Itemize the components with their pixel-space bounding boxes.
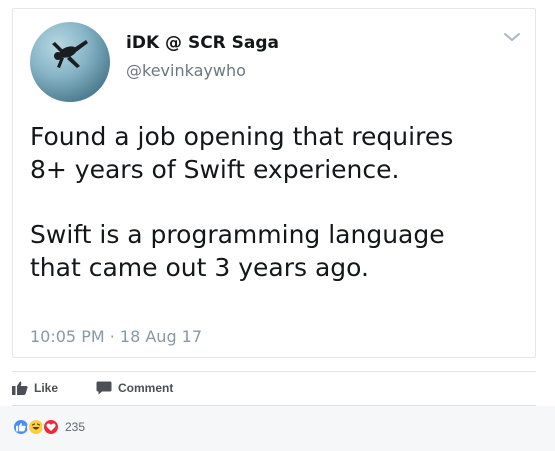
tweet-text-line: Swift is a programming language — [30, 220, 445, 249]
comment-button[interactable]: Comment — [96, 377, 173, 399]
thumbs-up-icon — [12, 381, 28, 395]
like-label: Like — [34, 381, 59, 395]
display-name[interactable]: iDK @ SCR Saga — [126, 33, 279, 53]
chevron-down-icon[interactable] — [503, 31, 521, 43]
tweet-text-line: 8+ years of Swift experience. — [30, 155, 400, 184]
comment-label: Comment — [118, 381, 174, 395]
skydiver-image — [52, 40, 88, 68]
tweet-text: Found a job opening that requires 8+ yea… — [30, 120, 530, 284]
love-reaction-icon — [42, 418, 60, 436]
user-handle[interactable]: @kevinkaywho — [126, 61, 246, 80]
divider — [12, 371, 536, 372]
like-button[interactable]: Like — [12, 377, 58, 399]
tweet-text-line: that came out 3 years ago. — [30, 253, 369, 282]
reactions-bar: 235 — [0, 406, 555, 451]
reaction-count[interactable]: 235 — [65, 420, 85, 434]
tweet-timestamp[interactable]: 10:05 PM · 18 Aug 17 — [30, 327, 202, 346]
reactions-summary[interactable]: 235 — [12, 418, 85, 436]
comment-icon — [96, 381, 112, 395]
tweet-text-line: Found a job opening that requires — [30, 122, 454, 151]
embedded-tweet[interactable]: iDK @ SCR Saga @kevinkaywho Found a job … — [12, 8, 536, 358]
avatar[interactable] — [30, 22, 110, 102]
